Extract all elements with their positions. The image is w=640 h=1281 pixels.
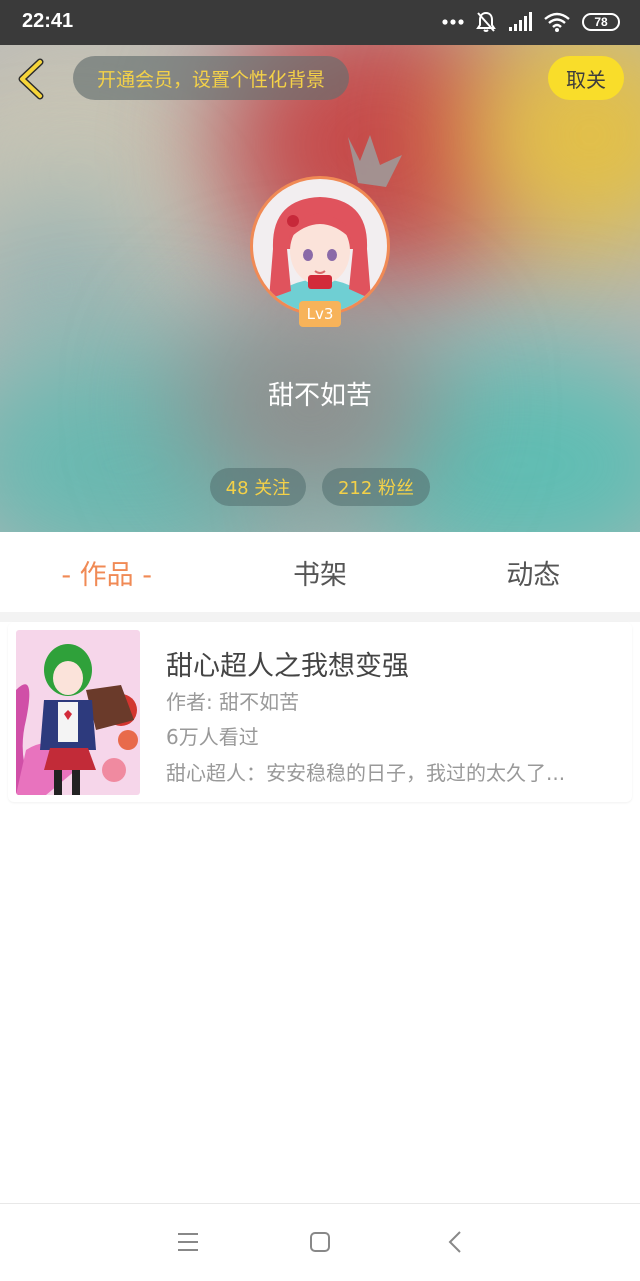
back-arrow-icon [18,58,44,100]
menu-icon[interactable] [176,1228,200,1256]
tab-bookshelf[interactable]: 书架 [213,532,426,612]
battery-level: 78 [594,15,608,29]
tab-works[interactable]: - 作品 - [0,532,213,612]
profile-tabs: - 作品 - 书架 动态 [0,532,640,612]
username: 甜不如苦 [267,381,372,411]
back-button[interactable] [12,57,52,101]
book-description: 甜心超人：安安稳稳的日子，我过的太久了... [166,761,566,785]
book-author: 作者: 甜不如苦 [166,690,300,714]
profile-header: 开通会员，设置个性化背景 取关 Lv3 甜不如苦 48 关注 212 粉丝 [0,45,640,532]
following-text: 48 关注 [225,478,291,499]
book-cover [16,630,140,795]
wifi-icon [544,12,570,32]
divider [0,612,640,622]
system-nav-bar [0,1203,640,1281]
tab-activity-label: 动态 [506,559,561,591]
unfollow-button[interactable]: 取关 [548,56,624,100]
signal-icon [509,12,532,31]
book-title: 甜心超人之我想变强 [166,651,409,682]
vip-prompt-text: 开通会员，设置个性化背景 [96,68,325,91]
status-icons: 78 [442,9,620,35]
bell-off-icon [476,11,496,32]
home-square-icon[interactable] [308,1228,332,1256]
avatar[interactable] [250,176,390,316]
vip-background-prompt[interactable]: 开通会员，设置个性化背景 [73,56,349,100]
tab-bookshelf-label: 书架 [292,559,347,591]
tab-works-label: - 作品 - [61,559,152,591]
fans-text: 212 粉丝 [337,478,415,499]
battery-icon: 78 [582,13,620,31]
book-card[interactable]: 甜心超人之我想变强 作者: 甜不如苦 6万人看过 甜心超人：安安稳稳的日子，我过… [8,622,632,802]
status-time: 22:41 [22,10,74,32]
more-dots-icon [442,19,464,25]
avatar-image [253,179,387,313]
unfollow-label: 取关 [566,67,606,92]
back-chevron-icon[interactable] [444,1228,468,1256]
following-count[interactable]: 48 关注 [210,468,306,506]
book-views: 6万人看过 [166,725,259,749]
status-bar: 22:41 78 [0,0,640,45]
tab-activity[interactable]: 动态 [427,532,640,612]
fans-count[interactable]: 212 粉丝 [322,468,430,506]
level-text: Lv3 [306,305,334,323]
level-badge: Lv3 [299,301,341,327]
